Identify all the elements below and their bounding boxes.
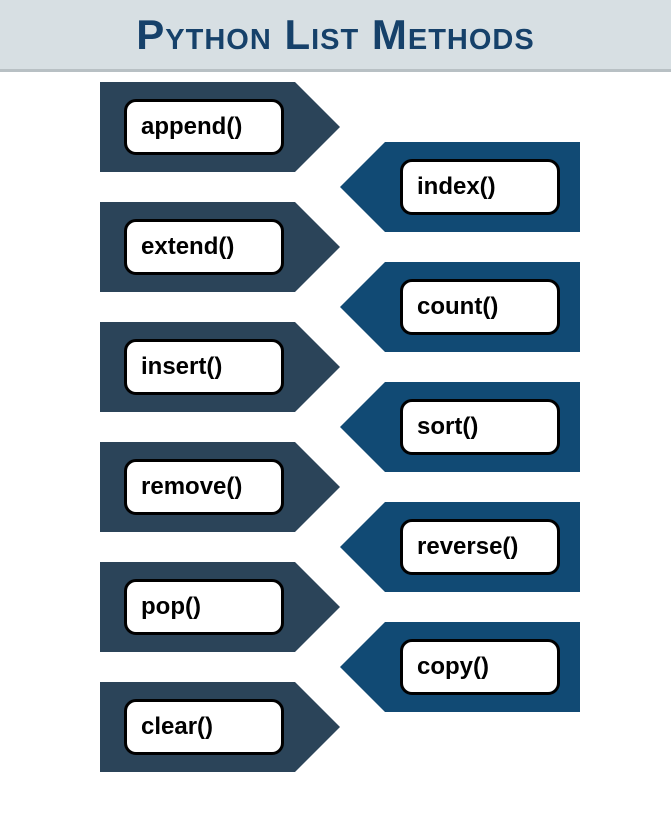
page-title: Python List Methods <box>136 11 534 59</box>
method-card: copy() <box>400 639 560 695</box>
method-arrow-count: count() <box>340 262 580 352</box>
methods-diagram: append() extend() insert() remove() pop(… <box>0 72 671 826</box>
method-card: count() <box>400 279 560 335</box>
method-arrow-remove: remove() <box>100 442 340 532</box>
header-bar: Python List Methods <box>0 0 671 72</box>
method-arrow-copy: copy() <box>340 622 580 712</box>
method-card: clear() <box>124 699 284 755</box>
method-arrow-clear: clear() <box>100 682 340 772</box>
method-card: extend() <box>124 219 284 275</box>
method-card: remove() <box>124 459 284 515</box>
method-card: append() <box>124 99 284 155</box>
method-arrow-extend: extend() <box>100 202 340 292</box>
method-arrow-index: index() <box>340 142 580 232</box>
method-card: insert() <box>124 339 284 395</box>
method-arrow-pop: pop() <box>100 562 340 652</box>
method-card: reverse() <box>400 519 560 575</box>
method-arrow-reverse: reverse() <box>340 502 580 592</box>
method-card: pop() <box>124 579 284 635</box>
method-arrow-append: append() <box>100 82 340 172</box>
method-arrow-insert: insert() <box>100 322 340 412</box>
method-card: sort() <box>400 399 560 455</box>
method-arrow-sort: sort() <box>340 382 580 472</box>
method-card: index() <box>400 159 560 215</box>
